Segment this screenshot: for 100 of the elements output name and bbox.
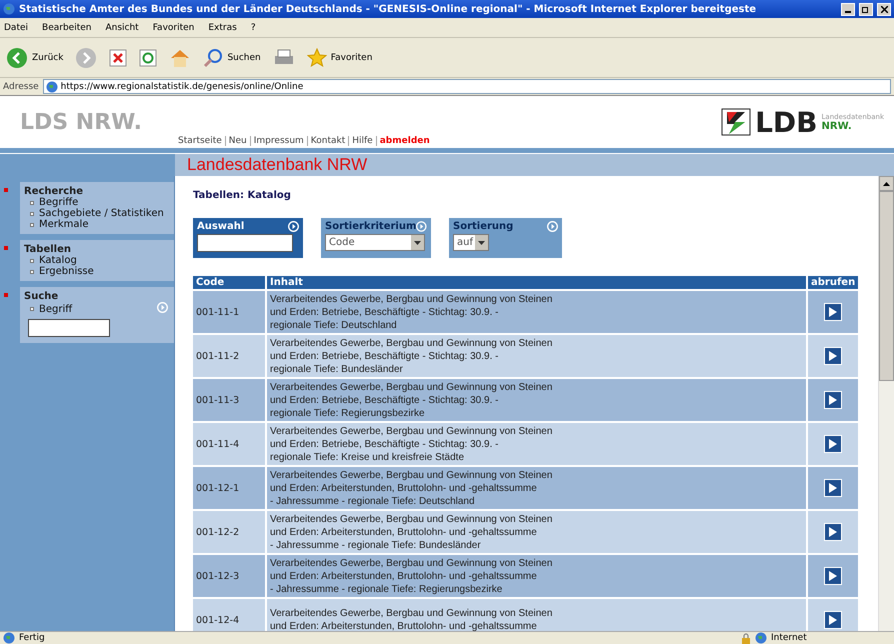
play-icon — [829, 307, 837, 317]
play-icon — [829, 351, 837, 361]
code-cell: 001-12-2 — [193, 511, 265, 553]
restore-icon — [862, 5, 870, 13]
sidebar-link[interactable]: Katalog — [24, 255, 168, 266]
search-field[interactable] — [28, 319, 110, 337]
play-icon — [829, 483, 837, 493]
content-cell: Verarbeitendes Gewerbe, Bergbau und Gewinnung von Steinen und Erden: Betriebe, Beschäftigte - Stichtag: 30.9. - regionale Tiefe: Kreise und kreisfreie Städte — [267, 423, 806, 465]
globe-icon — [755, 632, 767, 644]
code-cell: 001-11-1 — [193, 291, 265, 333]
content-cell: Verarbeitendes Gewerbe, Bergbau und Gewinnung von Steinen und Erden: Arbeiterstunden, Bruttolohn- und -gehaltssumme - Jahressumme - regionale Tiefe: Deutschland — [267, 467, 806, 509]
search-icon — [203, 48, 224, 68]
open-button[interactable] — [824, 391, 842, 409]
dropdown[interactable]: auf — [453, 234, 489, 251]
page-icon — [3, 632, 15, 644]
content-cell: Verarbeitendes Gewerbe, Bergbau und Gewinnung von Steinen und Erden: Betriebe, Beschäftigte - Stichtag: 30.9. - regionale Tiefe: Regierungsbezirke — [267, 379, 806, 421]
text-field[interactable] — [197, 234, 293, 252]
section-title: Tabellen — [24, 244, 72, 255]
zone-text: Internet — [771, 633, 808, 643]
code-cell: 001-12-1 — [193, 467, 265, 509]
status-text: Fertig — [19, 633, 46, 643]
sidebar-link[interactable]: Sachgebiete / Statistiken — [24, 208, 168, 219]
favorites-button[interactable]: Favoriten — [304, 46, 374, 70]
menu-item[interactable]: Extras — [208, 22, 237, 32]
address-label: Adresse — [3, 82, 39, 92]
menu-item[interactable]: Favoriten — [152, 22, 194, 32]
column-header: abrufen — [808, 276, 858, 289]
page-icon — [46, 80, 58, 92]
restore-button[interactable] — [859, 2, 873, 16]
open-button[interactable] — [824, 611, 842, 629]
address-field[interactable]: https://www.regionalstatistik.de/genesis/online/Online — [42, 79, 891, 94]
content-cell: Verarbeitendes Gewerbe, Bergbau und Gewinnung von Steinen und Erden: Arbeiterstunden, Bruttolohn- und -gehaltssumme - Jahressumme - regionale Tiefe: Bundesländer — [267, 511, 806, 553]
code-cell: 001-12-4 — [193, 599, 265, 631]
nav-link[interactable]: Kontakt — [306, 136, 348, 146]
sidebar-link[interactable]: Begriffe — [24, 197, 168, 208]
play-icon — [829, 527, 837, 537]
code-cell: 001-11-2 — [193, 335, 265, 377]
brand-region: NRW. — [822, 120, 853, 132]
scrollbar[interactable] — [878, 176, 894, 631]
play-icon — [829, 615, 837, 625]
sidebar-link[interactable]: Merkmale — [24, 219, 168, 230]
column-header: Inhalt — [267, 276, 806, 289]
go-icon[interactable] — [547, 221, 558, 232]
open-button[interactable] — [824, 567, 842, 585]
open-button[interactable] — [824, 303, 842, 321]
scroll-up-button[interactable] — [879, 176, 894, 191]
code-cell: 001-12-3 — [193, 555, 265, 597]
logo: LDS NRW. — [20, 110, 143, 134]
column-header: Code — [193, 276, 265, 289]
back-button[interactable]: Zurück — [4, 44, 66, 70]
section-marker-icon — [4, 246, 8, 250]
code-cell: 001-11-4 — [193, 423, 265, 465]
play-icon — [829, 571, 837, 581]
close-icon — [880, 6, 888, 12]
close-button[interactable] — [877, 2, 891, 16]
brand-name: LDB — [755, 106, 818, 138]
menu-item[interactable]: Datei — [4, 22, 28, 32]
nav-link[interactable]: abmelden — [376, 136, 433, 146]
section-marker-icon — [4, 188, 8, 192]
caret-icon — [478, 240, 485, 244]
go-icon[interactable] — [288, 221, 299, 232]
go-icon[interactable] — [416, 221, 427, 232]
browser-icon — [3, 3, 15, 15]
sidebar-link[interactable]: Ergebnisse — [24, 266, 168, 277]
minimize-button[interactable] — [841, 2, 855, 16]
lock-icon — [741, 632, 751, 644]
open-button[interactable] — [824, 435, 842, 453]
nav-link[interactable]: Hilfe — [348, 136, 376, 146]
open-button[interactable] — [824, 479, 842, 497]
page-heading: Tabellen: Katalog — [193, 190, 292, 201]
play-icon — [829, 395, 837, 405]
section-title: Suche — [24, 291, 60, 302]
nav-link[interactable]: Startseite — [175, 136, 225, 146]
nav-link[interactable]: Impressum — [250, 136, 307, 146]
content-cell: Verarbeitendes Gewerbe, Bergbau und Gewinnung von Steinen und Erden: Arbeiterstunden, Bruttolohn- und -gehaltssumme — [267, 599, 806, 631]
menu-item[interactable]: Ansicht — [105, 22, 139, 32]
search-button[interactable]: Suchen — [201, 46, 263, 70]
refresh-button[interactable] — [137, 46, 160, 68]
open-button[interactable] — [824, 523, 842, 541]
stop-icon — [109, 48, 128, 66]
section-marker-icon — [4, 293, 8, 297]
nav-link[interactable]: Neu — [224, 136, 250, 146]
filter-label: Sortierung — [453, 221, 514, 232]
content-cell: Verarbeitendes Gewerbe, Bergbau und Gewinnung von Steinen und Erden: Betriebe, Beschäftigte - Stichtag: 30.9. - regionale Tiefe: Bundesländer — [267, 335, 806, 377]
filter-label: Auswahl — [197, 221, 244, 232]
page-banner: Landesdatenbank NRW — [175, 154, 894, 176]
filter-label: Sortierkriterium — [325, 221, 416, 232]
open-button[interactable] — [824, 347, 842, 365]
window-title: Statistische Ämter des Bundes und der Länder Deutschlands - "GENESIS-Online regional" - Microsoft Internet Explorer bereitgeste — [19, 4, 758, 14]
dropdown[interactable]: Code — [325, 234, 425, 251]
caret-icon — [414, 240, 421, 244]
sidebar-link[interactable]: Begriff — [24, 302, 168, 316]
menu-item[interactable]: ? — [250, 22, 256, 32]
stop-button[interactable] — [107, 46, 130, 68]
content-cell: Verarbeitendes Gewerbe, Bergbau und Gewinnung von Steinen und Erden: Arbeiterstunden, Bruttolohn- und -gehaltssumme - Jahressumme - regionale Tiefe: Regierungsbezirke — [267, 555, 806, 597]
refresh-icon — [139, 48, 158, 66]
menu-item[interactable]: Bearbeiten — [42, 22, 92, 32]
ldb-logo-icon — [721, 108, 752, 136]
play-icon — [829, 439, 837, 449]
code-cell: 001-11-3 — [193, 379, 265, 421]
